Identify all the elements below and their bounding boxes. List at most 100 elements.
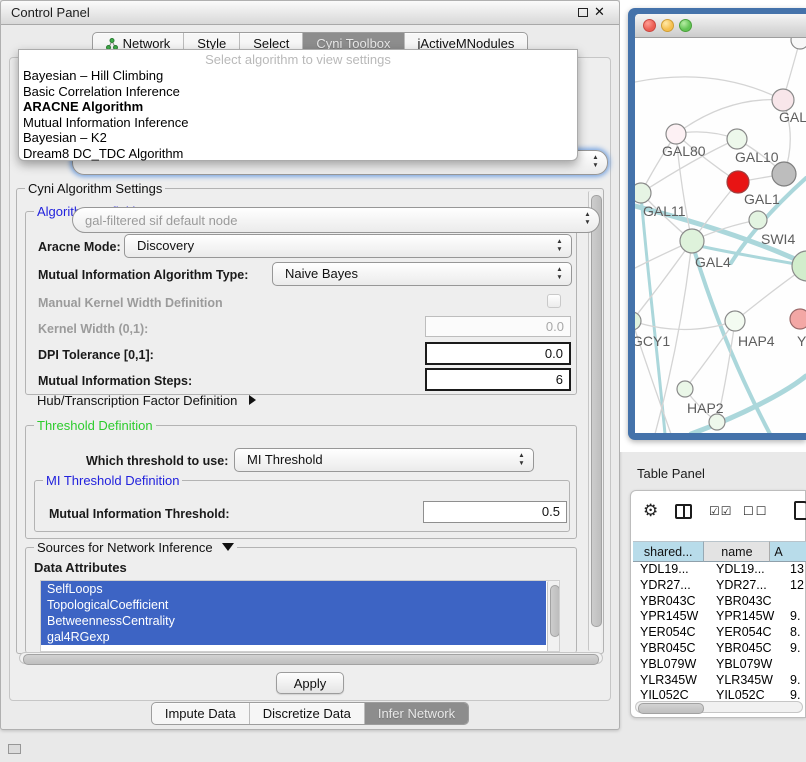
- network-node-hap2[interactable]: [677, 381, 693, 397]
- select-all-icon[interactable]: ☑☑: [709, 504, 733, 518]
- network-node-hap4[interactable]: [725, 311, 745, 331]
- table-cell: 12: [785, 578, 805, 594]
- attribute-item[interactable]: TopologicalCoefficient: [41, 597, 546, 613]
- table-cell: YER054C: [633, 625, 712, 641]
- float-window-icon[interactable]: [578, 8, 588, 17]
- table-row[interactable]: YLR345WYLR345W9.: [633, 673, 805, 689]
- tab-impute-data[interactable]: Impute Data: [152, 703, 249, 724]
- table-row[interactable]: YBR043CYBR043C: [633, 594, 805, 610]
- network-view-window[interactable]: GAL2GAL80GAL10GAL1GAL11SWI4GAL4GCY1HAP4Y…: [628, 8, 806, 440]
- network-node-gal11[interactable]: [635, 183, 651, 203]
- network-node-gal10[interactable]: [727, 129, 747, 149]
- node-label: GAL4: [695, 254, 731, 270]
- split-columns-icon[interactable]: [675, 504, 692, 519]
- collapsed-panel-icon[interactable]: [8, 744, 21, 754]
- network-node-gal4[interactable]: [680, 229, 704, 253]
- network-node-gcy1[interactable]: [635, 312, 641, 330]
- table-row[interactable]: YDR27...YDR27...12: [633, 578, 805, 594]
- network-node[interactable]: [791, 38, 806, 49]
- attribute-item[interactable]: BetweennessCentrality: [41, 613, 546, 629]
- network-edge[interactable]: [635, 241, 692, 321]
- attributes-list-scrollbar[interactable]: [547, 581, 559, 652]
- settings-vertical-scrollbar[interactable]: [588, 191, 601, 651]
- table-cell: [785, 594, 805, 610]
- aracne-mode-value: Discovery: [137, 238, 194, 253]
- kernel-width-field[interactable]: 0.0: [425, 316, 571, 337]
- network-node-gal1[interactable]: [727, 171, 749, 193]
- scrollbar-thumb[interactable]: [591, 195, 602, 627]
- network-node[interactable]: [709, 414, 725, 430]
- column-header[interactable]: A: [770, 541, 806, 562]
- table-row[interactable]: YDL19...YDL19...13: [633, 562, 805, 578]
- table-cell: YBR043C: [712, 594, 785, 610]
- network-canvas[interactable]: GAL2GAL80GAL10GAL1GAL11SWI4GAL4GCY1HAP4Y…: [635, 38, 806, 433]
- scrollbar-thumb[interactable]: [550, 585, 560, 637]
- mi-threshold-field[interactable]: 0.5: [423, 501, 567, 523]
- network-node-gal2[interactable]: [772, 89, 794, 111]
- algorithm-definition-group: Algorithm Definition Aracne Mode: Discov…: [25, 211, 577, 395]
- column-header[interactable]: name: [704, 541, 770, 562]
- attribute-item[interactable]: SelfLoops: [41, 581, 546, 597]
- algorithm-option[interactable]: Bayesian – Hill Climbing: [19, 68, 577, 84]
- table-row[interactable]: YIL052CYIL052C9.: [633, 688, 805, 701]
- table-cell: YPR145W: [712, 609, 785, 625]
- network-edge[interactable]: [685, 321, 735, 389]
- aracne-mode-combobox[interactable]: Discovery ▲▼: [124, 234, 572, 258]
- algorithm-option[interactable]: Mutual Information Inference: [19, 115, 577, 131]
- algorithm-option[interactable]: Dream8 DC_TDC Algorithm: [19, 146, 577, 162]
- zoom-traffic-light-icon[interactable]: [679, 19, 692, 32]
- aracne-mode-label: Aracne Mode:: [38, 240, 121, 254]
- dpi-tolerance-field[interactable]: 0.0: [425, 342, 571, 365]
- mi-steps-label: Mutual Information Steps:: [38, 374, 192, 388]
- data-attributes-list[interactable]: SelfLoopsTopologicalCoefficientBetweenne…: [40, 580, 560, 652]
- apply-button[interactable]: Apply: [276, 672, 344, 694]
- hub-definition-expander[interactable]: Hub/Transcription Factor Definition: [37, 393, 256, 408]
- gear-icon[interactable]: ⚙: [643, 501, 658, 521]
- table-row[interactable]: YBL079WYBL079W: [633, 657, 805, 673]
- attribute-item[interactable]: gal4RGexp: [41, 629, 546, 645]
- network-edge[interactable]: [641, 195, 665, 433]
- tab-discretize-data[interactable]: Discretize Data: [249, 703, 364, 724]
- table-cell: YDR27...: [633, 578, 712, 594]
- table-cell: 9.: [785, 641, 805, 657]
- sources-group: Sources for Network Inference Data Attri…: [25, 547, 577, 653]
- table-row[interactable]: YPR145WYPR145W9.: [633, 609, 805, 625]
- network-node-swi4[interactable]: [749, 211, 767, 229]
- table-source-combobox[interactable]: gal-filtered sif default node ▲▼: [72, 207, 600, 233]
- close-icon[interactable]: ✕: [594, 4, 605, 20]
- table-cell: YBR045C: [712, 641, 785, 657]
- table-cell: YBL079W: [712, 657, 785, 673]
- minimize-traffic-light-icon[interactable]: [661, 19, 674, 32]
- panel-title: Control Panel: [11, 5, 90, 20]
- table-horizontal-scrollbar[interactable]: [635, 701, 803, 713]
- node-label: HAP4: [738, 333, 775, 349]
- manual-kernel-checkbox[interactable]: [547, 294, 561, 308]
- mi-type-combobox[interactable]: Naive Bayes ▲▼: [272, 262, 572, 286]
- stepper-arrows-icon: ▲▼: [583, 211, 592, 227]
- algorithm-option[interactable]: Bayesian – K2: [19, 130, 577, 146]
- network-node[interactable]: [792, 251, 806, 281]
- settings-horizontal-scrollbar[interactable]: [19, 652, 603, 664]
- algorithm-option[interactable]: ARACNE Algorithm: [19, 99, 577, 115]
- table-row[interactable]: YBR045CYBR045C9.: [633, 641, 805, 657]
- network-edge[interactable]: [635, 77, 783, 100]
- which-threshold-combobox[interactable]: MI Threshold ▲▼: [234, 448, 534, 472]
- mi-type-label: Mutual Information Algorithm Type:: [38, 268, 248, 282]
- scrollbar-thumb[interactable]: [23, 654, 599, 665]
- network-node[interactable]: [772, 162, 796, 186]
- network-edge[interactable]: [676, 100, 783, 134]
- export-table-icon[interactable]: [794, 501, 806, 520]
- network-canvas-svg: GAL2GAL80GAL10GAL1GAL11SWI4GAL4GCY1HAP4Y…: [635, 38, 806, 433]
- network-icon: [106, 38, 118, 50]
- node-label: Y: [797, 333, 806, 349]
- close-traffic-light-icon[interactable]: [643, 19, 656, 32]
- mi-steps-field[interactable]: 6: [425, 368, 571, 391]
- deselect-all-icon[interactable]: ☐☐: [743, 504, 769, 518]
- network-node-gal80[interactable]: [666, 124, 686, 144]
- column-header[interactable]: shared...: [633, 541, 704, 562]
- tab-infer-network[interactable]: Infer Network: [364, 703, 468, 724]
- algorithm-option[interactable]: Basic Correlation Inference: [19, 84, 577, 100]
- scrollbar-thumb[interactable]: [638, 703, 704, 714]
- network-node-y[interactable]: [790, 309, 806, 329]
- table-row[interactable]: YER054CYER054C8.: [633, 625, 805, 641]
